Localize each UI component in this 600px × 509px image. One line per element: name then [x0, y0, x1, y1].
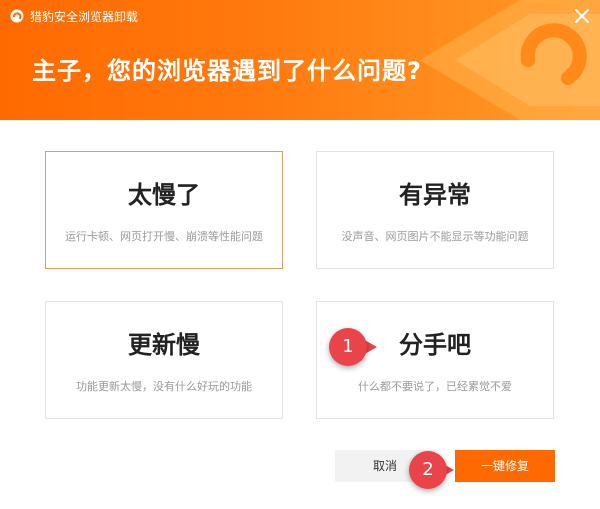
option-title: 更新慢 [128, 331, 200, 359]
option-title: 有异常 [399, 181, 471, 209]
header-banner: 猎豹安全浏览器卸载 主子，您的浏览器遇到了什么问题? [0, 0, 600, 120]
one-click-repair-button[interactable]: 一键修复 [455, 450, 555, 482]
window-title: 猎豹安全浏览器卸载 [30, 10, 139, 24]
option-card-too-slow[interactable]: 太慢了 运行卡顿、网页打开慢、崩溃等性能问题 [45, 151, 283, 269]
page-title: 主子，您的浏览器遇到了什么问题? [32, 57, 422, 85]
option-title: 太慢了 [128, 181, 200, 209]
option-description: 功能更新太慢，没有什么好玩的功能 [76, 380, 252, 393]
close-button[interactable] [571, 5, 593, 27]
annotation-marker-1: 1 [329, 328, 367, 366]
close-icon [575, 9, 589, 23]
option-description: 运行卡顿、网页打开慢、崩溃等性能问题 [65, 230, 263, 243]
option-description: 什么都不要说了，已经累觉不爱 [358, 380, 512, 393]
browser-logo-icon [10, 9, 24, 23]
option-card-slow-update[interactable]: 更新慢 功能更新太慢，没有什么好玩的功能 [45, 301, 283, 419]
annotation-marker-2: 2 [409, 451, 447, 489]
option-card-abnormal[interactable]: 有异常 没声音、网页图片不能显示等功能问题 [316, 151, 554, 269]
option-description: 没声音、网页图片不能显示等功能问题 [341, 230, 529, 243]
